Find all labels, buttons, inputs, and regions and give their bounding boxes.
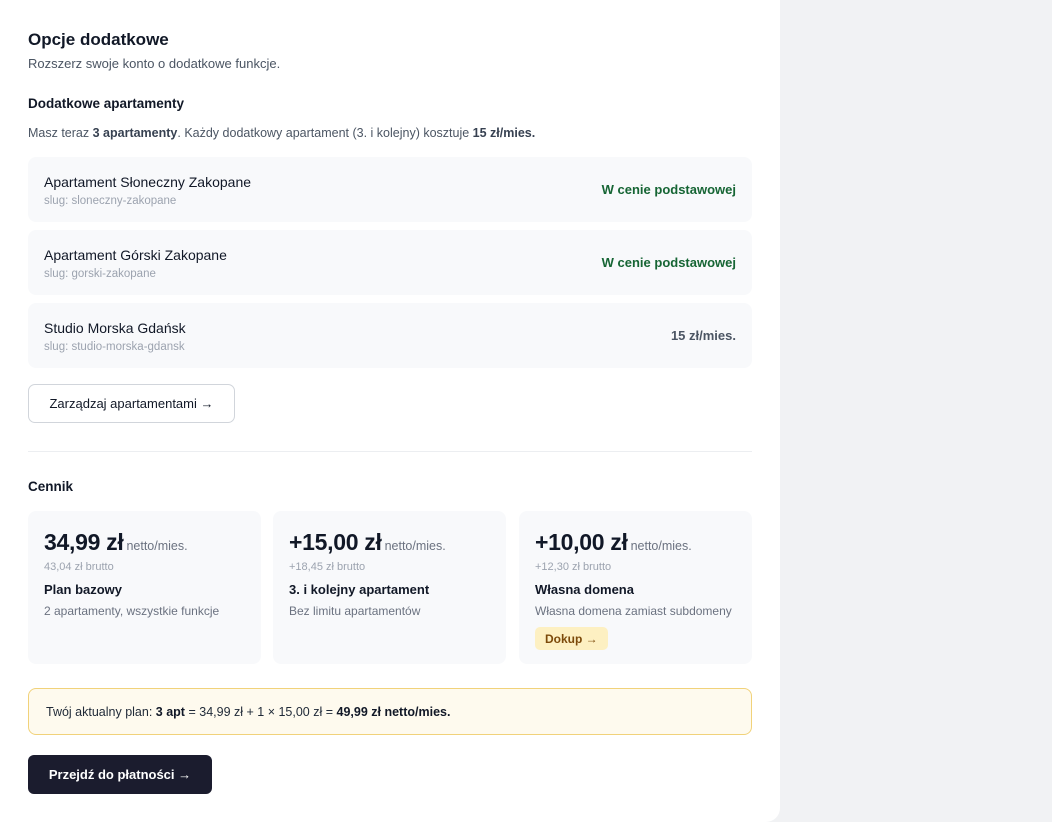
price-brutto: 43,04 zł brutto <box>44 561 114 573</box>
apartment-slug: slug: sloneczny-zakopane <box>44 195 177 207</box>
pricing-card-name: 3. i kolejny apartament <box>289 582 430 597</box>
checkout-button[interactable]: Przejdź do płatności → <box>28 755 212 794</box>
summary-total: 49,99 zł netto/mies. <box>336 704 451 719</box>
pricing-card-name: Plan bazowy <box>44 582 123 597</box>
pricing-card-description: 2 apartamenty, wszystkie funkcje <box>44 604 220 618</box>
pricing-section-title: Cennik <box>28 479 74 494</box>
current-plan-summary: Twój aktualny plan: 3 apt = 34,99 zł + 1… <box>28 688 752 735</box>
apartment-name: Apartament Górski Zakopane <box>44 247 227 263</box>
page-subtitle: Rozszerz swoje konto o dodatkowe funkcje… <box>28 56 281 71</box>
additional-apartment-price: 15 zł/mies. <box>472 126 536 140</box>
summary-prefix: Twój aktualny plan: <box>46 704 153 719</box>
apartment-row: Apartament Słoneczny Zakopane slug: slon… <box>28 157 752 222</box>
apartment-price: 15 zł/mies. <box>670 328 736 343</box>
pricing-card-base-plan: 34,99 zł netto/mies. 43,04 zł brutto Plan… <box>28 511 261 664</box>
addons-card: Opcje dodatkowe Rozszerz swoje konto o d… <box>0 0 780 822</box>
apartments-section-title: Dodatkowe apartamenty <box>28 96 185 111</box>
apartment-slug: slug: studio-morska-gdansk <box>44 341 185 353</box>
apartments-description: Masz teraz 3 apartamenty. Każdy dodatkow… <box>28 126 535 140</box>
apartment-price: W cenie podstawowej <box>601 255 736 270</box>
price-unit: netto/mies. <box>126 539 188 553</box>
apartment-price: W cenie podstawowej <box>601 182 736 197</box>
desc-middle: . Każdy dodatkowy apartament (3. i kolej… <box>177 126 473 140</box>
pricing-card-description: Bez limitu apartamentów <box>289 604 421 618</box>
apartment-slug: slug: gorski-zakopane <box>44 268 156 280</box>
apartment-name: Studio Morska Gdańsk <box>44 320 186 336</box>
price-amount: +15,00 zł <box>289 529 382 555</box>
pricing-card-custom-domain: +10,00 zł netto/mies. +12,30 zł brutto Wł… <box>519 511 752 664</box>
apartment-count: 3 apartamenty <box>92 126 178 140</box>
buy-domain-button[interactable]: Dokup → <box>535 627 608 650</box>
summary-formula: = 34,99 zł + 1 × 15,00 zł = <box>188 704 334 719</box>
apartment-row: Apartament Górski Zakopane slug: gorski-… <box>28 230 752 295</box>
price-amount: 34,99 zł <box>44 529 124 555</box>
desc-prefix: Masz teraz <box>28 126 93 140</box>
price-unit: netto/mies. <box>384 539 446 553</box>
page-title: Opcje dodatkowe <box>28 30 169 49</box>
price-amount: +10,00 zł <box>535 529 628 555</box>
pricing-card-extra-apartment: +15,00 zł netto/mies. +18,45 zł brutto 3.… <box>273 511 506 664</box>
price-brutto: +18,45 zł brutto <box>289 561 366 573</box>
pricing-card-name: Własna domena <box>535 582 634 597</box>
apartment-row: Studio Morska Gdańsk slug: studio-morska… <box>28 303 752 368</box>
price-brutto: +12,30 zł brutto <box>535 561 612 573</box>
section-divider <box>28 451 752 452</box>
pricing-card-description: Własna domena zamiast subdomeny <box>535 604 732 618</box>
price-unit: netto/mies. <box>630 539 692 553</box>
apartment-name: Apartament Słoneczny Zakopane <box>44 174 252 190</box>
manage-apartments-button[interactable]: Zarządzaj apartamentami → <box>28 384 235 423</box>
summary-apartments: 3 apt <box>155 704 185 719</box>
